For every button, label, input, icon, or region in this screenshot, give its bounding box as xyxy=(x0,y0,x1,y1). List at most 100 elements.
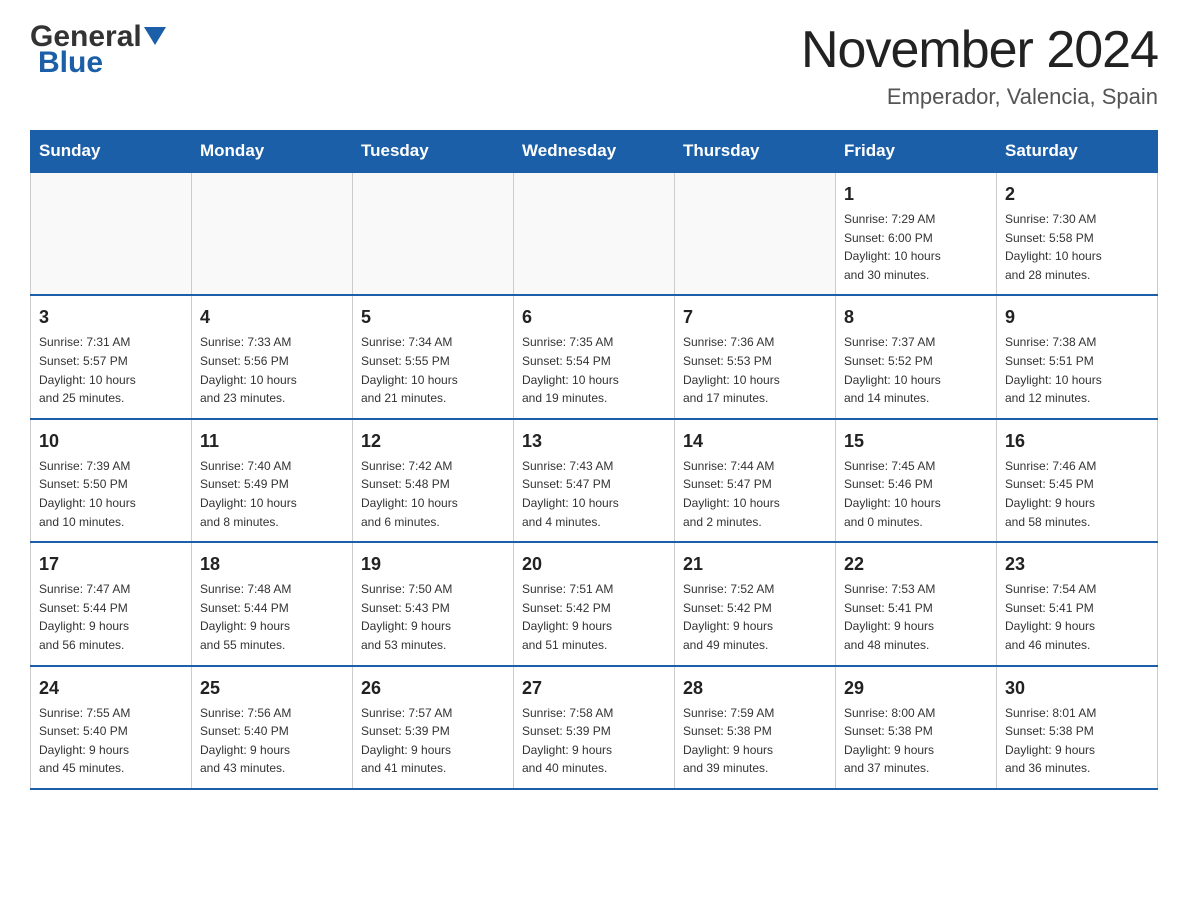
logo-triangle-icon xyxy=(144,27,166,54)
day-info: Sunrise: 7:52 AM Sunset: 5:42 PM Dayligh… xyxy=(683,580,827,654)
day-number: 18 xyxy=(200,551,344,578)
day-info: Sunrise: 7:54 AM Sunset: 5:41 PM Dayligh… xyxy=(1005,580,1149,654)
day-info: Sunrise: 7:53 AM Sunset: 5:41 PM Dayligh… xyxy=(844,580,988,654)
calendar-cell: 18Sunrise: 7:48 AM Sunset: 5:44 PM Dayli… xyxy=(192,542,353,665)
logo: General Blue xyxy=(30,20,166,80)
title-area: November 2024 Emperador, Valencia, Spain xyxy=(801,20,1158,110)
calendar-cell: 20Sunrise: 7:51 AM Sunset: 5:42 PM Dayli… xyxy=(514,542,675,665)
calendar-cell: 1Sunrise: 7:29 AM Sunset: 6:00 PM Daylig… xyxy=(836,172,997,295)
day-number: 29 xyxy=(844,675,988,702)
day-info: Sunrise: 7:38 AM Sunset: 5:51 PM Dayligh… xyxy=(1005,333,1149,407)
calendar-cell xyxy=(353,172,514,295)
page-header: General Blue November 2024 Emperador, Va… xyxy=(30,20,1158,110)
calendar-week-row: 3Sunrise: 7:31 AM Sunset: 5:57 PM Daylig… xyxy=(31,295,1158,418)
day-number: 28 xyxy=(683,675,827,702)
column-header-friday: Friday xyxy=(836,131,997,173)
column-header-thursday: Thursday xyxy=(675,131,836,173)
day-info: Sunrise: 7:51 AM Sunset: 5:42 PM Dayligh… xyxy=(522,580,666,654)
calendar-cell: 9Sunrise: 7:38 AM Sunset: 5:51 PM Daylig… xyxy=(997,295,1158,418)
calendar-cell: 14Sunrise: 7:44 AM Sunset: 5:47 PM Dayli… xyxy=(675,419,836,542)
calendar-cell: 5Sunrise: 7:34 AM Sunset: 5:55 PM Daylig… xyxy=(353,295,514,418)
calendar-cell: 22Sunrise: 7:53 AM Sunset: 5:41 PM Dayli… xyxy=(836,542,997,665)
calendar-header-row: SundayMondayTuesdayWednesdayThursdayFrid… xyxy=(31,131,1158,173)
calendar-cell: 24Sunrise: 7:55 AM Sunset: 5:40 PM Dayli… xyxy=(31,666,192,789)
calendar-cell: 10Sunrise: 7:39 AM Sunset: 5:50 PM Dayli… xyxy=(31,419,192,542)
calendar-cell xyxy=(31,172,192,295)
calendar-week-row: 1Sunrise: 7:29 AM Sunset: 6:00 PM Daylig… xyxy=(31,172,1158,295)
calendar-cell: 4Sunrise: 7:33 AM Sunset: 5:56 PM Daylig… xyxy=(192,295,353,418)
column-header-monday: Monday xyxy=(192,131,353,173)
day-number: 3 xyxy=(39,304,183,331)
calendar-cell: 21Sunrise: 7:52 AM Sunset: 5:42 PM Dayli… xyxy=(675,542,836,665)
day-info: Sunrise: 7:43 AM Sunset: 5:47 PM Dayligh… xyxy=(522,457,666,531)
calendar-cell xyxy=(675,172,836,295)
day-info: Sunrise: 7:30 AM Sunset: 5:58 PM Dayligh… xyxy=(1005,210,1149,284)
calendar-cell: 26Sunrise: 7:57 AM Sunset: 5:39 PM Dayli… xyxy=(353,666,514,789)
calendar-cell: 8Sunrise: 7:37 AM Sunset: 5:52 PM Daylig… xyxy=(836,295,997,418)
calendar-week-row: 10Sunrise: 7:39 AM Sunset: 5:50 PM Dayli… xyxy=(31,419,1158,542)
day-number: 22 xyxy=(844,551,988,578)
day-number: 11 xyxy=(200,428,344,455)
column-header-saturday: Saturday xyxy=(997,131,1158,173)
calendar-cell xyxy=(192,172,353,295)
day-number: 27 xyxy=(522,675,666,702)
day-info: Sunrise: 7:31 AM Sunset: 5:57 PM Dayligh… xyxy=(39,333,183,407)
calendar-cell: 28Sunrise: 7:59 AM Sunset: 5:38 PM Dayli… xyxy=(675,666,836,789)
calendar-cell: 25Sunrise: 7:56 AM Sunset: 5:40 PM Dayli… xyxy=(192,666,353,789)
calendar-table: SundayMondayTuesdayWednesdayThursdayFrid… xyxy=(30,130,1158,790)
logo-blue-text: Blue xyxy=(38,46,103,80)
calendar-cell: 17Sunrise: 7:47 AM Sunset: 5:44 PM Dayli… xyxy=(31,542,192,665)
calendar-cell: 16Sunrise: 7:46 AM Sunset: 5:45 PM Dayli… xyxy=(997,419,1158,542)
day-info: Sunrise: 8:01 AM Sunset: 5:38 PM Dayligh… xyxy=(1005,704,1149,778)
day-number: 16 xyxy=(1005,428,1149,455)
day-number: 9 xyxy=(1005,304,1149,331)
day-info: Sunrise: 7:58 AM Sunset: 5:39 PM Dayligh… xyxy=(522,704,666,778)
day-info: Sunrise: 7:35 AM Sunset: 5:54 PM Dayligh… xyxy=(522,333,666,407)
day-number: 8 xyxy=(844,304,988,331)
day-number: 24 xyxy=(39,675,183,702)
day-number: 14 xyxy=(683,428,827,455)
calendar-cell: 29Sunrise: 8:00 AM Sunset: 5:38 PM Dayli… xyxy=(836,666,997,789)
day-info: Sunrise: 7:56 AM Sunset: 5:40 PM Dayligh… xyxy=(200,704,344,778)
day-info: Sunrise: 7:44 AM Sunset: 5:47 PM Dayligh… xyxy=(683,457,827,531)
calendar-cell: 7Sunrise: 7:36 AM Sunset: 5:53 PM Daylig… xyxy=(675,295,836,418)
day-info: Sunrise: 7:48 AM Sunset: 5:44 PM Dayligh… xyxy=(200,580,344,654)
calendar-cell xyxy=(514,172,675,295)
day-number: 13 xyxy=(522,428,666,455)
day-info: Sunrise: 7:59 AM Sunset: 5:38 PM Dayligh… xyxy=(683,704,827,778)
calendar-cell: 11Sunrise: 7:40 AM Sunset: 5:49 PM Dayli… xyxy=(192,419,353,542)
day-number: 21 xyxy=(683,551,827,578)
day-info: Sunrise: 8:00 AM Sunset: 5:38 PM Dayligh… xyxy=(844,704,988,778)
day-number: 2 xyxy=(1005,181,1149,208)
day-number: 25 xyxy=(200,675,344,702)
calendar-cell: 19Sunrise: 7:50 AM Sunset: 5:43 PM Dayli… xyxy=(353,542,514,665)
day-number: 1 xyxy=(844,181,988,208)
day-info: Sunrise: 7:37 AM Sunset: 5:52 PM Dayligh… xyxy=(844,333,988,407)
calendar-cell: 30Sunrise: 8:01 AM Sunset: 5:38 PM Dayli… xyxy=(997,666,1158,789)
day-number: 7 xyxy=(683,304,827,331)
column-header-tuesday: Tuesday xyxy=(353,131,514,173)
month-title: November 2024 xyxy=(801,20,1158,80)
day-number: 15 xyxy=(844,428,988,455)
day-number: 5 xyxy=(361,304,505,331)
location-title: Emperador, Valencia, Spain xyxy=(801,84,1158,110)
day-info: Sunrise: 7:57 AM Sunset: 5:39 PM Dayligh… xyxy=(361,704,505,778)
day-info: Sunrise: 7:36 AM Sunset: 5:53 PM Dayligh… xyxy=(683,333,827,407)
day-number: 6 xyxy=(522,304,666,331)
day-number: 23 xyxy=(1005,551,1149,578)
calendar-cell: 12Sunrise: 7:42 AM Sunset: 5:48 PM Dayli… xyxy=(353,419,514,542)
day-number: 12 xyxy=(361,428,505,455)
calendar-cell: 13Sunrise: 7:43 AM Sunset: 5:47 PM Dayli… xyxy=(514,419,675,542)
day-number: 4 xyxy=(200,304,344,331)
column-header-wednesday: Wednesday xyxy=(514,131,675,173)
calendar-cell: 27Sunrise: 7:58 AM Sunset: 5:39 PM Dayli… xyxy=(514,666,675,789)
day-number: 20 xyxy=(522,551,666,578)
day-info: Sunrise: 7:39 AM Sunset: 5:50 PM Dayligh… xyxy=(39,457,183,531)
calendar-cell: 23Sunrise: 7:54 AM Sunset: 5:41 PM Dayli… xyxy=(997,542,1158,665)
day-number: 26 xyxy=(361,675,505,702)
day-info: Sunrise: 7:45 AM Sunset: 5:46 PM Dayligh… xyxy=(844,457,988,531)
calendar-cell: 15Sunrise: 7:45 AM Sunset: 5:46 PM Dayli… xyxy=(836,419,997,542)
day-info: Sunrise: 7:47 AM Sunset: 5:44 PM Dayligh… xyxy=(39,580,183,654)
calendar-week-row: 24Sunrise: 7:55 AM Sunset: 5:40 PM Dayli… xyxy=(31,666,1158,789)
day-number: 17 xyxy=(39,551,183,578)
